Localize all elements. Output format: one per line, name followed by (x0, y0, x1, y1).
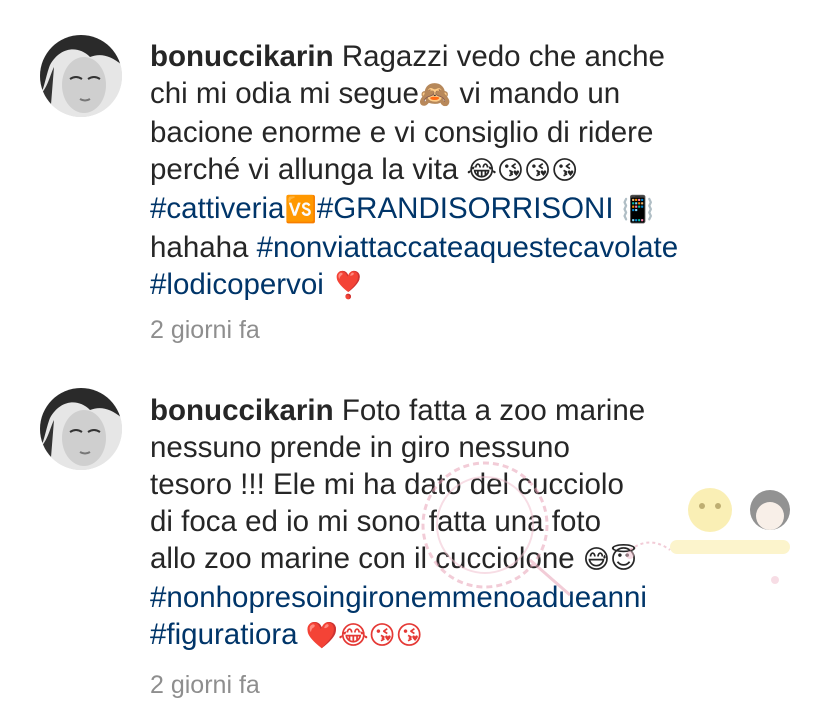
comment-line: di foca ed io mi sono fatta una foto (150, 503, 810, 540)
hashtag-link[interactable]: #figuratiora (150, 618, 298, 651)
comment-text: perché vi allunga la vita (150, 153, 467, 186)
hashtag-link[interactable]: #GRANDISORRISONI (317, 192, 614, 225)
comment-line: perché vi allunga la vita 😂😘😘😘 (150, 151, 810, 190)
comment-line: chi mi odia mi segue🙈 vi mando un (150, 75, 810, 114)
comment-line: bonuccikarin Foto fatta a zoo marine (150, 392, 810, 429)
comment-line: #nonhopresoingironemmenoadueanni (150, 579, 810, 616)
comment-line: #cattiveria🆚#GRANDISORRISONI 📳 (150, 190, 810, 229)
comment-text: chi mi odia mi segue (150, 77, 419, 110)
vibration-mode-emoji: 📳 (621, 195, 655, 225)
comment-text: allo zoo marine con il cucciolone (150, 542, 583, 575)
see-no-evil-monkey-emoji: 🙈 (418, 80, 452, 110)
comment-text: di foca ed io mi sono fatta una foto (150, 505, 601, 538)
hashtag-link[interactable]: #cattiveria (150, 192, 284, 225)
avatar[interactable] (40, 388, 122, 470)
hashtag-link[interactable]: #nonviattaccateaquestecavolate (257, 231, 679, 264)
comment-text: vi mando un (451, 77, 621, 110)
comment-line: tesoro !!! Ele mi ha dato del cucciolo (150, 466, 810, 503)
comment-text (614, 192, 622, 225)
heart-exclamation-emoji: ❣️ (332, 271, 365, 301)
avatar[interactable] (40, 35, 122, 117)
comment-line: allo zoo marine con il cucciolone 😅😇 (150, 540, 810, 579)
comment-text: bacione enorme e vi consiglio di ridere (150, 116, 654, 149)
comment-body: bonuccikarin Ragazzi vedo che anche chi … (150, 38, 810, 305)
hashtag-link[interactable]: #nonhopresoingironemmenoadueanni (150, 581, 647, 614)
heart-laugh-kiss-emoji-group: ❤️😂😘😘 (305, 621, 423, 651)
comment-line: #lodicopervoi ❣️ (150, 266, 810, 305)
comment-text: nessuno prende in giro nessuno (150, 431, 570, 464)
username[interactable]: bonuccikarin (150, 394, 334, 427)
comment-body: bonuccikarin Foto fatta a zoo marine nes… (150, 392, 810, 655)
comment-line: hahaha #nonviattaccateaquestecavolate (150, 229, 810, 266)
comment-text: Foto fatta a zoo marine (341, 394, 646, 427)
comment-line: bacione enorme e vi consiglio di ridere (150, 114, 810, 151)
comment-text: Ragazzi vedo che anche (341, 40, 665, 73)
vs-emoji: 🆚 (284, 195, 317, 225)
comment-line: #figuratiora ❤️😂😘😘 (150, 616, 810, 655)
comment-line: bonuccikarin Ragazzi vedo che anche (150, 38, 810, 75)
username[interactable]: bonuccikarin (150, 40, 334, 73)
comment-timestamp: 2 giorni fa (150, 316, 260, 344)
laugh-kiss-emoji-group: 😂😘😘😘 (466, 156, 579, 186)
smile-angel-emoji-group: 😅😇 (582, 545, 638, 575)
comment-line: nessuno prende in giro nessuno (150, 429, 810, 466)
comment-text: hahaha (150, 231, 257, 264)
comment-text: tesoro !!! Ele mi ha dato del cucciolo (150, 468, 624, 501)
hashtag-link[interactable]: #lodicopervoi (150, 268, 324, 301)
comment-timestamp: 2 giorni fa (150, 671, 260, 699)
comment-text (298, 618, 306, 651)
comment-text (324, 268, 332, 301)
